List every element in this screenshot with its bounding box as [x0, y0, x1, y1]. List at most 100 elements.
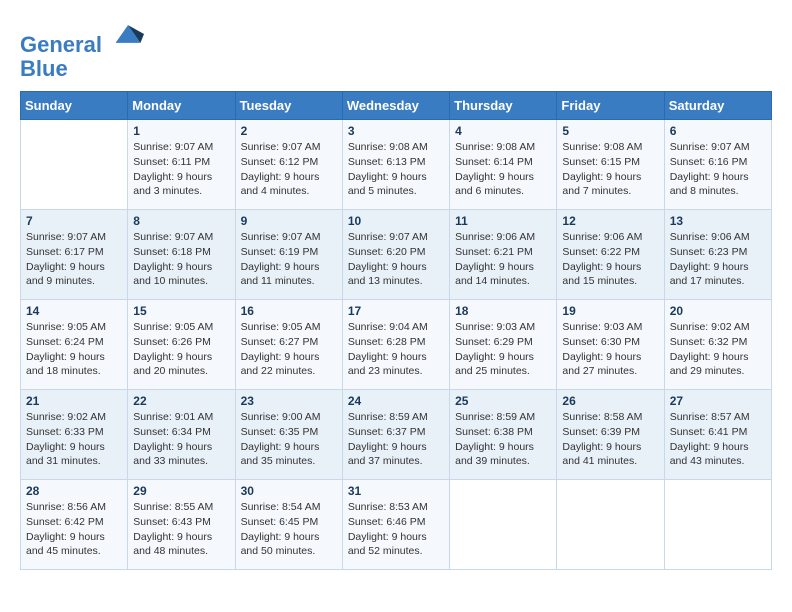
day-info: Sunrise: 9:05 AM Sunset: 6:27 PM Dayligh…	[241, 320, 337, 379]
day-number: 12	[562, 214, 658, 228]
logo-text: General	[20, 20, 144, 57]
page-header: General Blue	[20, 20, 772, 81]
day-number: 26	[562, 394, 658, 408]
day-number: 6	[670, 124, 766, 138]
day-info: Sunrise: 9:07 AM Sunset: 6:19 PM Dayligh…	[241, 230, 337, 289]
day-number: 4	[455, 124, 551, 138]
day-number: 11	[455, 214, 551, 228]
day-cell: 7 Sunrise: 9:07 AM Sunset: 6:17 PM Daylig…	[21, 210, 128, 300]
day-info: Sunrise: 9:07 AM Sunset: 6:17 PM Dayligh…	[26, 230, 122, 289]
day-cell: 4 Sunrise: 9:08 AM Sunset: 6:14 PM Daylig…	[450, 120, 557, 210]
day-number: 17	[348, 304, 444, 318]
day-number: 29	[133, 484, 229, 498]
day-cell: 12 Sunrise: 9:06 AM Sunset: 6:22 PM Dayli…	[557, 210, 664, 300]
day-info: Sunrise: 9:03 AM Sunset: 6:29 PM Dayligh…	[455, 320, 551, 379]
day-cell: 25 Sunrise: 8:59 AM Sunset: 6:38 PM Dayli…	[450, 390, 557, 480]
day-number: 7	[26, 214, 122, 228]
day-number: 1	[133, 124, 229, 138]
day-cell: 26 Sunrise: 8:58 AM Sunset: 6:39 PM Dayli…	[557, 390, 664, 480]
day-number: 16	[241, 304, 337, 318]
day-cell: 11 Sunrise: 9:06 AM Sunset: 6:21 PM Dayli…	[450, 210, 557, 300]
day-number: 20	[670, 304, 766, 318]
day-number: 3	[348, 124, 444, 138]
day-info: Sunrise: 9:03 AM Sunset: 6:30 PM Dayligh…	[562, 320, 658, 379]
day-number: 2	[241, 124, 337, 138]
day-cell: 3 Sunrise: 9:08 AM Sunset: 6:13 PM Daylig…	[342, 120, 449, 210]
day-number: 27	[670, 394, 766, 408]
day-number: 15	[133, 304, 229, 318]
day-info: Sunrise: 9:04 AM Sunset: 6:28 PM Dayligh…	[348, 320, 444, 379]
day-info: Sunrise: 9:05 AM Sunset: 6:26 PM Dayligh…	[133, 320, 229, 379]
day-cell: 17 Sunrise: 9:04 AM Sunset: 6:28 PM Dayli…	[342, 300, 449, 390]
week-row-5: 28 Sunrise: 8:56 AM Sunset: 6:42 PM Dayli…	[21, 480, 772, 570]
day-info: Sunrise: 9:06 AM Sunset: 6:23 PM Dayligh…	[670, 230, 766, 289]
col-header-friday: Friday	[557, 92, 664, 120]
day-cell: 9 Sunrise: 9:07 AM Sunset: 6:19 PM Daylig…	[235, 210, 342, 300]
day-info: Sunrise: 8:59 AM Sunset: 6:37 PM Dayligh…	[348, 410, 444, 469]
day-info: Sunrise: 9:07 AM Sunset: 6:16 PM Dayligh…	[670, 140, 766, 199]
day-info: Sunrise: 8:53 AM Sunset: 6:46 PM Dayligh…	[348, 500, 444, 559]
day-cell: 30 Sunrise: 8:54 AM Sunset: 6:45 PM Dayli…	[235, 480, 342, 570]
week-row-3: 14 Sunrise: 9:05 AM Sunset: 6:24 PM Dayli…	[21, 300, 772, 390]
day-info: Sunrise: 8:59 AM Sunset: 6:38 PM Dayligh…	[455, 410, 551, 469]
day-number: 25	[455, 394, 551, 408]
day-cell: 28 Sunrise: 8:56 AM Sunset: 6:42 PM Dayli…	[21, 480, 128, 570]
day-info: Sunrise: 9:00 AM Sunset: 6:35 PM Dayligh…	[241, 410, 337, 469]
day-info: Sunrise: 9:02 AM Sunset: 6:32 PM Dayligh…	[670, 320, 766, 379]
col-header-monday: Monday	[128, 92, 235, 120]
day-number: 9	[241, 214, 337, 228]
col-header-tuesday: Tuesday	[235, 92, 342, 120]
day-info: Sunrise: 9:08 AM Sunset: 6:14 PM Dayligh…	[455, 140, 551, 199]
day-cell: 18 Sunrise: 9:03 AM Sunset: 6:29 PM Dayli…	[450, 300, 557, 390]
day-number: 8	[133, 214, 229, 228]
day-cell	[557, 480, 664, 570]
day-cell	[450, 480, 557, 570]
day-info: Sunrise: 9:07 AM Sunset: 6:12 PM Dayligh…	[241, 140, 337, 199]
day-number: 28	[26, 484, 122, 498]
day-cell: 16 Sunrise: 9:05 AM Sunset: 6:27 PM Dayli…	[235, 300, 342, 390]
week-row-4: 21 Sunrise: 9:02 AM Sunset: 6:33 PM Dayli…	[21, 390, 772, 480]
day-cell: 23Sunrise: 9:00 AM Sunset: 6:35 PM Dayli…	[235, 390, 342, 480]
day-cell: 31Sunrise: 8:53 AM Sunset: 6:46 PM Dayli…	[342, 480, 449, 570]
day-cell: 24 Sunrise: 8:59 AM Sunset: 6:37 PM Dayli…	[342, 390, 449, 480]
day-info: Sunrise: 9:02 AM Sunset: 6:33 PM Dayligh…	[26, 410, 122, 469]
logo: General Blue	[20, 20, 144, 81]
day-number: 13	[670, 214, 766, 228]
day-number: 5	[562, 124, 658, 138]
col-header-saturday: Saturday	[664, 92, 771, 120]
day-cell: 19Sunrise: 9:03 AM Sunset: 6:30 PM Dayli…	[557, 300, 664, 390]
day-info: Sunrise: 9:06 AM Sunset: 6:21 PM Dayligh…	[455, 230, 551, 289]
col-header-wednesday: Wednesday	[342, 92, 449, 120]
day-number: 22	[133, 394, 229, 408]
week-row-2: 7 Sunrise: 9:07 AM Sunset: 6:17 PM Daylig…	[21, 210, 772, 300]
day-cell: 2 Sunrise: 9:07 AM Sunset: 6:12 PM Daylig…	[235, 120, 342, 210]
col-header-sunday: Sunday	[21, 92, 128, 120]
logo-general: General	[20, 32, 102, 57]
day-info: Sunrise: 9:08 AM Sunset: 6:13 PM Dayligh…	[348, 140, 444, 199]
day-number: 30	[241, 484, 337, 498]
week-row-1: 1Sunrise: 9:07 AM Sunset: 6:11 PM Daylig…	[21, 120, 772, 210]
day-number: 24	[348, 394, 444, 408]
day-number: 14	[26, 304, 122, 318]
day-cell: 21 Sunrise: 9:02 AM Sunset: 6:33 PM Dayli…	[21, 390, 128, 480]
header-row: SundayMondayTuesdayWednesdayThursdayFrid…	[21, 92, 772, 120]
day-cell: 1Sunrise: 9:07 AM Sunset: 6:11 PM Daylig…	[128, 120, 235, 210]
day-number: 18	[455, 304, 551, 318]
day-info: Sunrise: 8:58 AM Sunset: 6:39 PM Dayligh…	[562, 410, 658, 469]
day-info: Sunrise: 8:54 AM Sunset: 6:45 PM Dayligh…	[241, 500, 337, 559]
day-number: 21	[26, 394, 122, 408]
logo-blue: Blue	[20, 57, 144, 81]
day-cell: 6 Sunrise: 9:07 AM Sunset: 6:16 PM Daylig…	[664, 120, 771, 210]
day-info: Sunrise: 9:08 AM Sunset: 6:15 PM Dayligh…	[562, 140, 658, 199]
day-cell: 20 Sunrise: 9:02 AM Sunset: 6:32 PM Dayli…	[664, 300, 771, 390]
day-cell: 29Sunrise: 8:55 AM Sunset: 6:43 PM Dayli…	[128, 480, 235, 570]
day-cell	[21, 120, 128, 210]
day-info: Sunrise: 9:01 AM Sunset: 6:34 PM Dayligh…	[133, 410, 229, 469]
day-cell: 10Sunrise: 9:07 AM Sunset: 6:20 PM Dayli…	[342, 210, 449, 300]
day-info: Sunrise: 9:05 AM Sunset: 6:24 PM Dayligh…	[26, 320, 122, 379]
day-info: Sunrise: 9:07 AM Sunset: 6:18 PM Dayligh…	[133, 230, 229, 289]
day-cell: 22 Sunrise: 9:01 AM Sunset: 6:34 PM Dayli…	[128, 390, 235, 480]
day-info: Sunrise: 8:56 AM Sunset: 6:42 PM Dayligh…	[26, 500, 122, 559]
day-number: 10	[348, 214, 444, 228]
day-info: Sunrise: 9:06 AM Sunset: 6:22 PM Dayligh…	[562, 230, 658, 289]
